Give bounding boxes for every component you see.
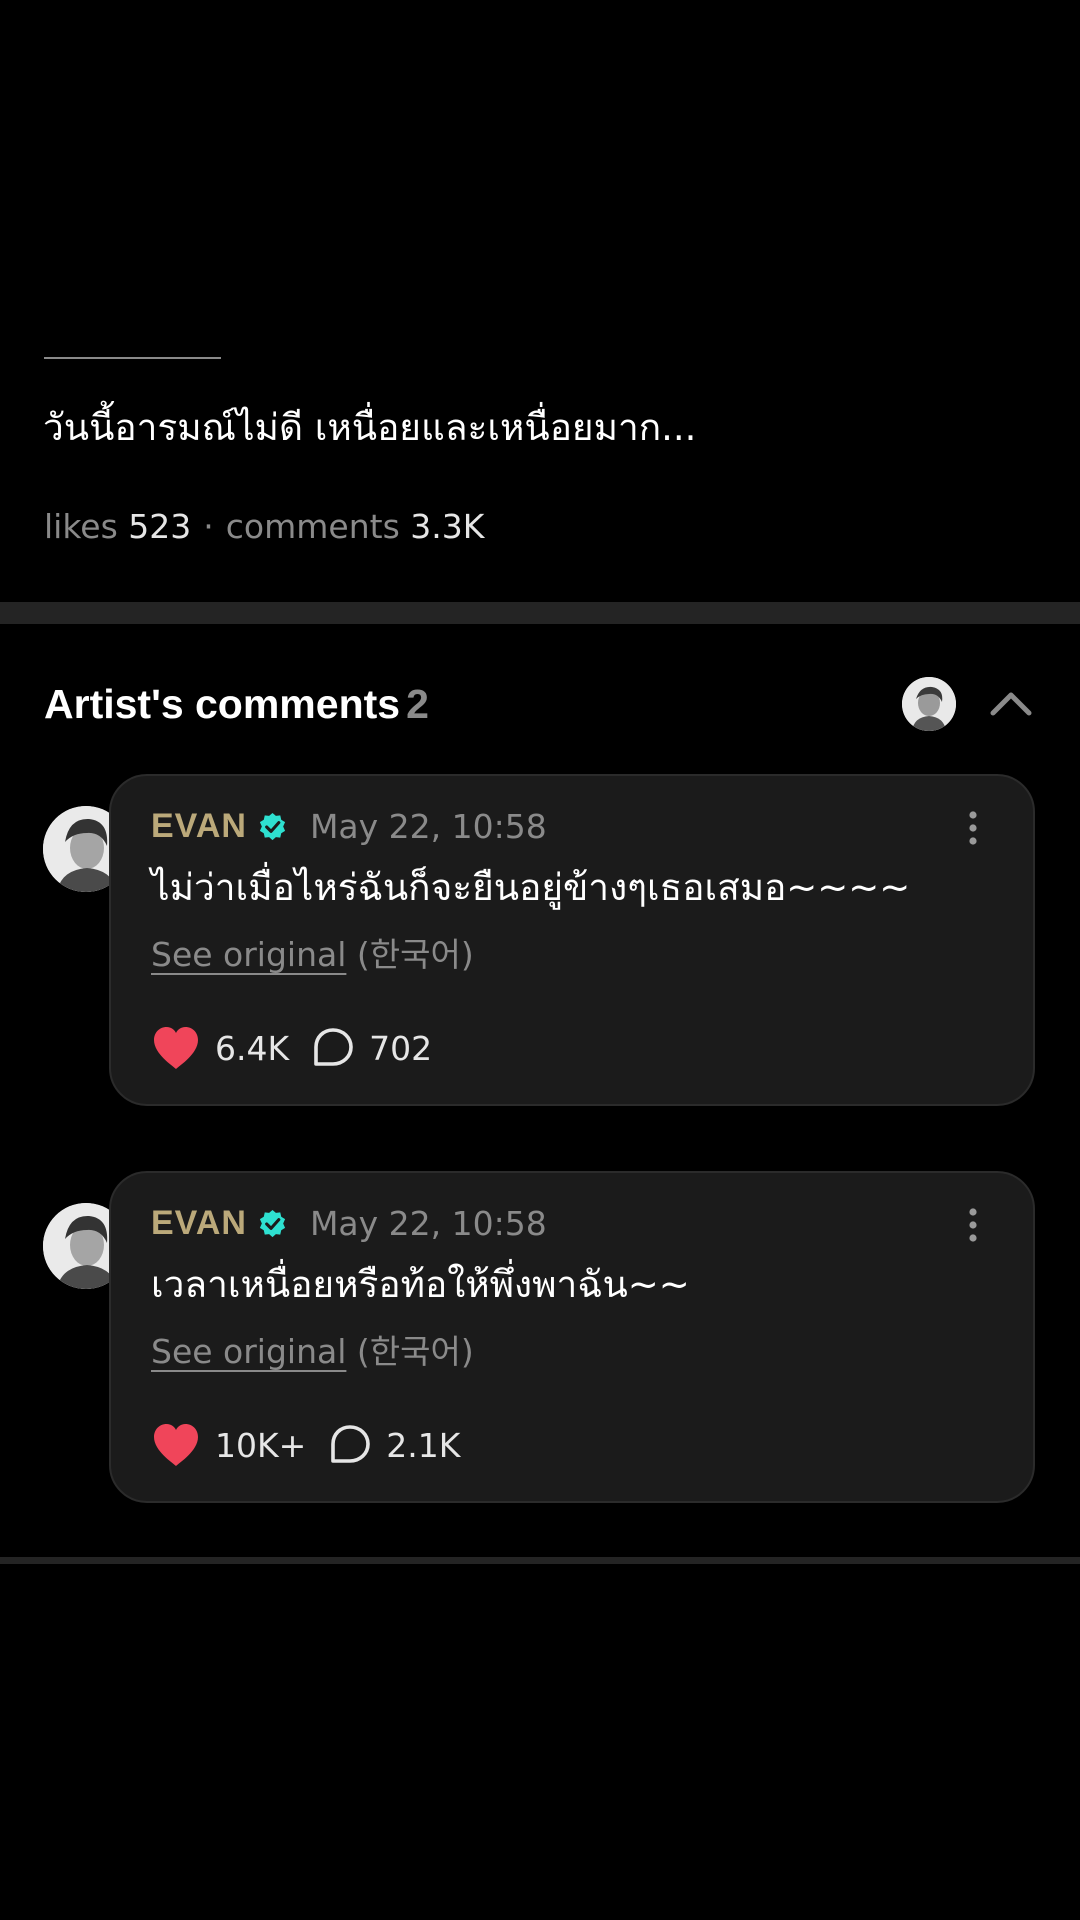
collapse-button[interactable] (986, 680, 1036, 730)
likes-count[interactable]: 523 (128, 507, 191, 546)
comments-label: comments (225, 507, 400, 546)
like-count: 10K+ (215, 1425, 307, 1465)
artist-comments-header: Artist's comments 2 (44, 676, 429, 732)
original-language: (한국어) (356, 935, 474, 974)
comment-card[interactable]: EVAN May 22, 10:58 เวลาเหนื่อยหรือท้อให้… (109, 1171, 1035, 1503)
comment-header: EVAN May 22, 10:58 (151, 802, 547, 850)
comment-header: EVAN May 22, 10:58 (151, 1199, 547, 1247)
bottom-divider (0, 1557, 1080, 1564)
post-text: วันนี้อารมณ์ไม่ดี เหนื่อยและเหนื่อยมาก..… (43, 406, 697, 449)
see-original-link[interactable]: See original (151, 935, 346, 974)
comment-bubble-icon[interactable] (311, 1026, 355, 1070)
more-vertical-icon (969, 1208, 977, 1242)
author-name[interactable]: EVAN (151, 807, 247, 846)
chevron-up-icon (990, 692, 1032, 716)
comments-count[interactable]: 3.3K (410, 507, 484, 546)
reply-count: 702 (369, 1028, 433, 1068)
more-vertical-icon (969, 811, 977, 845)
comment-bubble-icon[interactable] (328, 1423, 372, 1467)
section-divider (0, 602, 1080, 624)
comment-reactions: 6.4K 702 (151, 1022, 432, 1074)
original-language: (한국어) (356, 1332, 474, 1371)
likes-label: likes (44, 507, 118, 546)
see-original-row: See original (한국어) (151, 1329, 474, 1375)
post-stats: likes 523 · comments 3.3K (44, 502, 484, 552)
like-count: 6.4K (215, 1028, 290, 1068)
author-name[interactable]: EVAN (151, 1204, 247, 1243)
verified-badge-icon (259, 1209, 286, 1237)
more-options-button[interactable] (961, 1207, 985, 1243)
comment-reactions: 10K+ 2.1K (151, 1419, 460, 1471)
comment-text: ไม่ว่าเมื่อไหร่ฉันก็จะยืนอยู่ข้างๆเธอเสม… (151, 866, 911, 909)
comment-card[interactable]: EVAN May 22, 10:58 ไม่ว่าเมื่อไหร่ฉันก็จ… (109, 774, 1035, 1106)
comment-timestamp: May 22, 10:58 (309, 806, 547, 846)
artist-comments-count: 2 (406, 681, 429, 727)
verified-badge-icon (259, 812, 286, 840)
post-divider (44, 357, 221, 359)
reply-count: 2.1K (386, 1425, 461, 1465)
heart-icon[interactable] (151, 1025, 201, 1071)
stats-separator: · (203, 507, 214, 546)
comment-timestamp: May 22, 10:58 (309, 1203, 547, 1243)
artist-avatar-image (902, 677, 956, 731)
heart-icon[interactable] (151, 1422, 201, 1468)
see-original-row: See original (한국어) (151, 932, 474, 978)
artist-comments-title: Artist's comments (44, 681, 401, 727)
artist-avatar[interactable] (902, 677, 956, 731)
more-options-button[interactable] (961, 810, 985, 846)
see-original-link[interactable]: See original (151, 1332, 346, 1371)
comment-text: เวลาเหนื่อยหรือท้อให้พึ่งพาฉัน~~ (151, 1263, 690, 1306)
